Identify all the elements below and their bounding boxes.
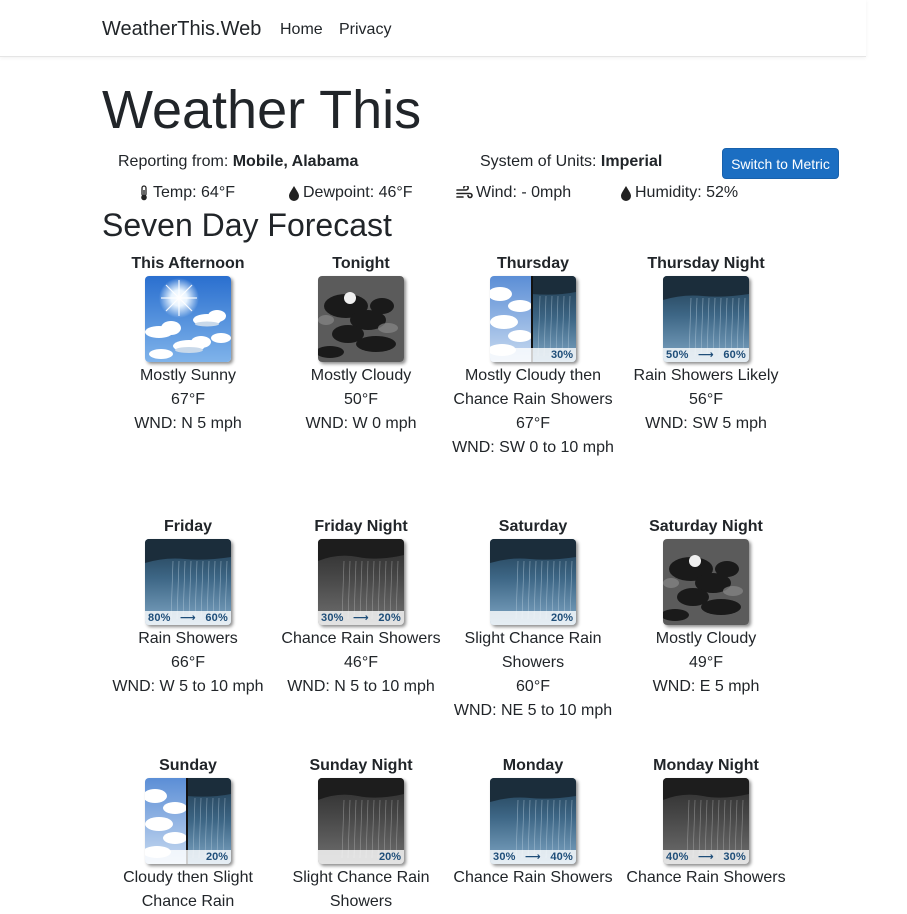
precip-chance: 80% ⟶ 60% <box>145 611 231 625</box>
precip-chance: 40% ⟶ 30% <box>663 850 749 864</box>
precip-chance: 30% ⟶ 20% <box>318 611 404 625</box>
forecast-period: Thursday Night 50% ⟶ 60% Rain Showers Likel… <box>620 252 792 436</box>
precip-chance: 20% <box>490 611 576 625</box>
precip-chance: 20% <box>145 850 231 864</box>
cloudy-rain-split-icon: 30% <box>490 276 576 362</box>
location-name: Mobile, Alabama <box>232 153 359 170</box>
period-name: Thursday <box>496 255 569 272</box>
nav-home-link[interactable]: Home <box>280 21 323 39</box>
wind-icon <box>456 186 473 199</box>
forecast-period: Friday Night 30% ⟶ 20% Chance Rain Showers 4… <box>275 515 447 699</box>
rain-showers-night-icon: 20% <box>318 778 404 864</box>
cloudy-rain-split-icon: 20% <box>145 778 231 864</box>
forecast-period: Friday 80% ⟶ 60% Rain Showers 66°F WND: W 5 t… <box>102 515 274 699</box>
period-temperature: 67°F <box>171 391 205 408</box>
forecast-heading: Seven Day Forecast <box>102 207 392 243</box>
current-wind: Wind: - 0mph <box>456 184 571 202</box>
navbar: WeatherThis.Web Home Privacy <box>0 0 866 57</box>
precip-chance: 30% ⟶ 40% <box>490 850 576 864</box>
page-title: Weather This <box>102 80 422 140</box>
precip-chance: 30% <box>490 348 576 362</box>
rain-showers-icon: 50% ⟶ 60% <box>663 276 749 362</box>
current-dewpoint: Dewpoint: 46°F <box>288 184 413 202</box>
rain-showers-icon: 80% ⟶ 60% <box>145 539 231 625</box>
unit-system: System of Units: Imperial <box>480 153 663 170</box>
period-name: Saturday Night <box>649 518 763 535</box>
period-wind: WND: W 0 mph <box>305 415 417 432</box>
period-temperature: 67°F <box>516 415 550 432</box>
period-name: Friday Night <box>314 518 408 535</box>
period-temperature: 60°F <box>516 678 550 695</box>
night-cloudy-icon <box>663 539 749 625</box>
period-temperature: 66°F <box>171 654 205 671</box>
forecast-period: Saturday 20% Slight Chance Rain Showers 60… <box>447 515 619 723</box>
rain-showers-icon: 30% ⟶ 40% <box>490 778 576 864</box>
short-forecast: Chance Rain Showers <box>281 630 441 647</box>
switch-units-button[interactable]: Switch to Metric <box>722 148 839 179</box>
forecast-period: Monday 30% ⟶ 40% Chance Rain Showers <box>447 754 619 890</box>
short-forecast: Chance Rain Showers <box>453 869 613 886</box>
brand-link[interactable]: WeatherThis.Web <box>102 18 261 41</box>
precip-chance: 20% <box>318 850 404 864</box>
forecast-period: Thursday 30% Mostly Cloudy then Chance Ra… <box>447 252 619 460</box>
period-wind: WND: N 5 mph <box>134 415 242 432</box>
short-forecast: Chance Rain Showers <box>626 869 786 886</box>
rain-showers-icon: 20% <box>490 539 576 625</box>
period-wind: WND: E 5 mph <box>652 678 760 695</box>
thermometer-icon <box>141 185 147 201</box>
sunny-icon <box>145 276 231 362</box>
forecast-period: Monday Night 40% ⟶ 30% Chance Rain Showers <box>620 754 792 890</box>
short-forecast: Mostly Cloudy <box>310 367 412 384</box>
nav-privacy-link[interactable]: Privacy <box>339 21 391 39</box>
period-name: Saturday <box>498 518 568 535</box>
period-wind: WND: NE 5 to 10 mph <box>453 702 613 719</box>
droplet-icon <box>289 186 299 201</box>
short-forecast: Rain Showers Likely <box>633 367 779 384</box>
period-temperature: 50°F <box>344 391 378 408</box>
forecast-period: Tonight Mostly Cloudy 50°F WND: W 0 mph <box>275 252 447 436</box>
period-name: Sunday <box>159 757 217 774</box>
unit-system-value: Imperial <box>600 153 663 170</box>
current-temp: Temp: 64°F <box>138 184 235 202</box>
night-cloudy-icon <box>318 276 404 362</box>
short-forecast: Mostly Cloudy then Chance Rain Showers <box>453 367 613 408</box>
forecast-period: Saturday Night Mostly Cloudy 49°F WND: E 5… <box>620 515 792 699</box>
period-temperature: 56°F <box>689 391 723 408</box>
forecast-period: Sunday Night 20% Slight Chance Rain Showe… <box>275 754 447 914</box>
period-wind: WND: SW 0 to 10 mph <box>452 439 614 456</box>
period-name: Thursday Night <box>647 255 765 272</box>
rain-showers-night-icon: 30% ⟶ 20% <box>318 539 404 625</box>
period-name: Sunday Night <box>309 757 413 774</box>
period-wind: WND: W 5 to 10 mph <box>112 678 264 695</box>
period-temperature: 49°F <box>689 654 723 671</box>
precip-chance: 50% ⟶ 60% <box>663 348 749 362</box>
period-wind: WND: SW 5 mph <box>645 415 767 432</box>
period-name: Tonight <box>332 255 390 272</box>
period-name: Monday <box>502 757 564 774</box>
period-name: This Afternoon <box>131 255 245 272</box>
short-forecast: Rain Showers <box>138 630 238 647</box>
period-name: Friday <box>163 518 212 535</box>
rain-showers-night-icon: 40% ⟶ 30% <box>663 778 749 864</box>
period-name: Monday Night <box>653 757 759 774</box>
period-temperature: 46°F <box>344 654 378 671</box>
short-forecast: Mostly Sunny <box>139 367 237 384</box>
period-wind: WND: N 5 to 10 mph <box>287 678 435 695</box>
forecast-period: This Afternoon Mostly Sunny 67°F WND: N 5 … <box>102 252 274 436</box>
reporting-from: Reporting from: Mobile, Alabama <box>118 153 359 170</box>
short-forecast: Slight Chance Rain Showers <box>464 630 602 671</box>
forecast-period: Sunday 20% Cloudy then Slight Chance Rain <box>102 754 274 914</box>
short-forecast: Mostly Cloudy <box>655 630 757 647</box>
current-humidity: Humidity: 52% <box>620 184 738 202</box>
droplet-icon <box>621 186 631 201</box>
